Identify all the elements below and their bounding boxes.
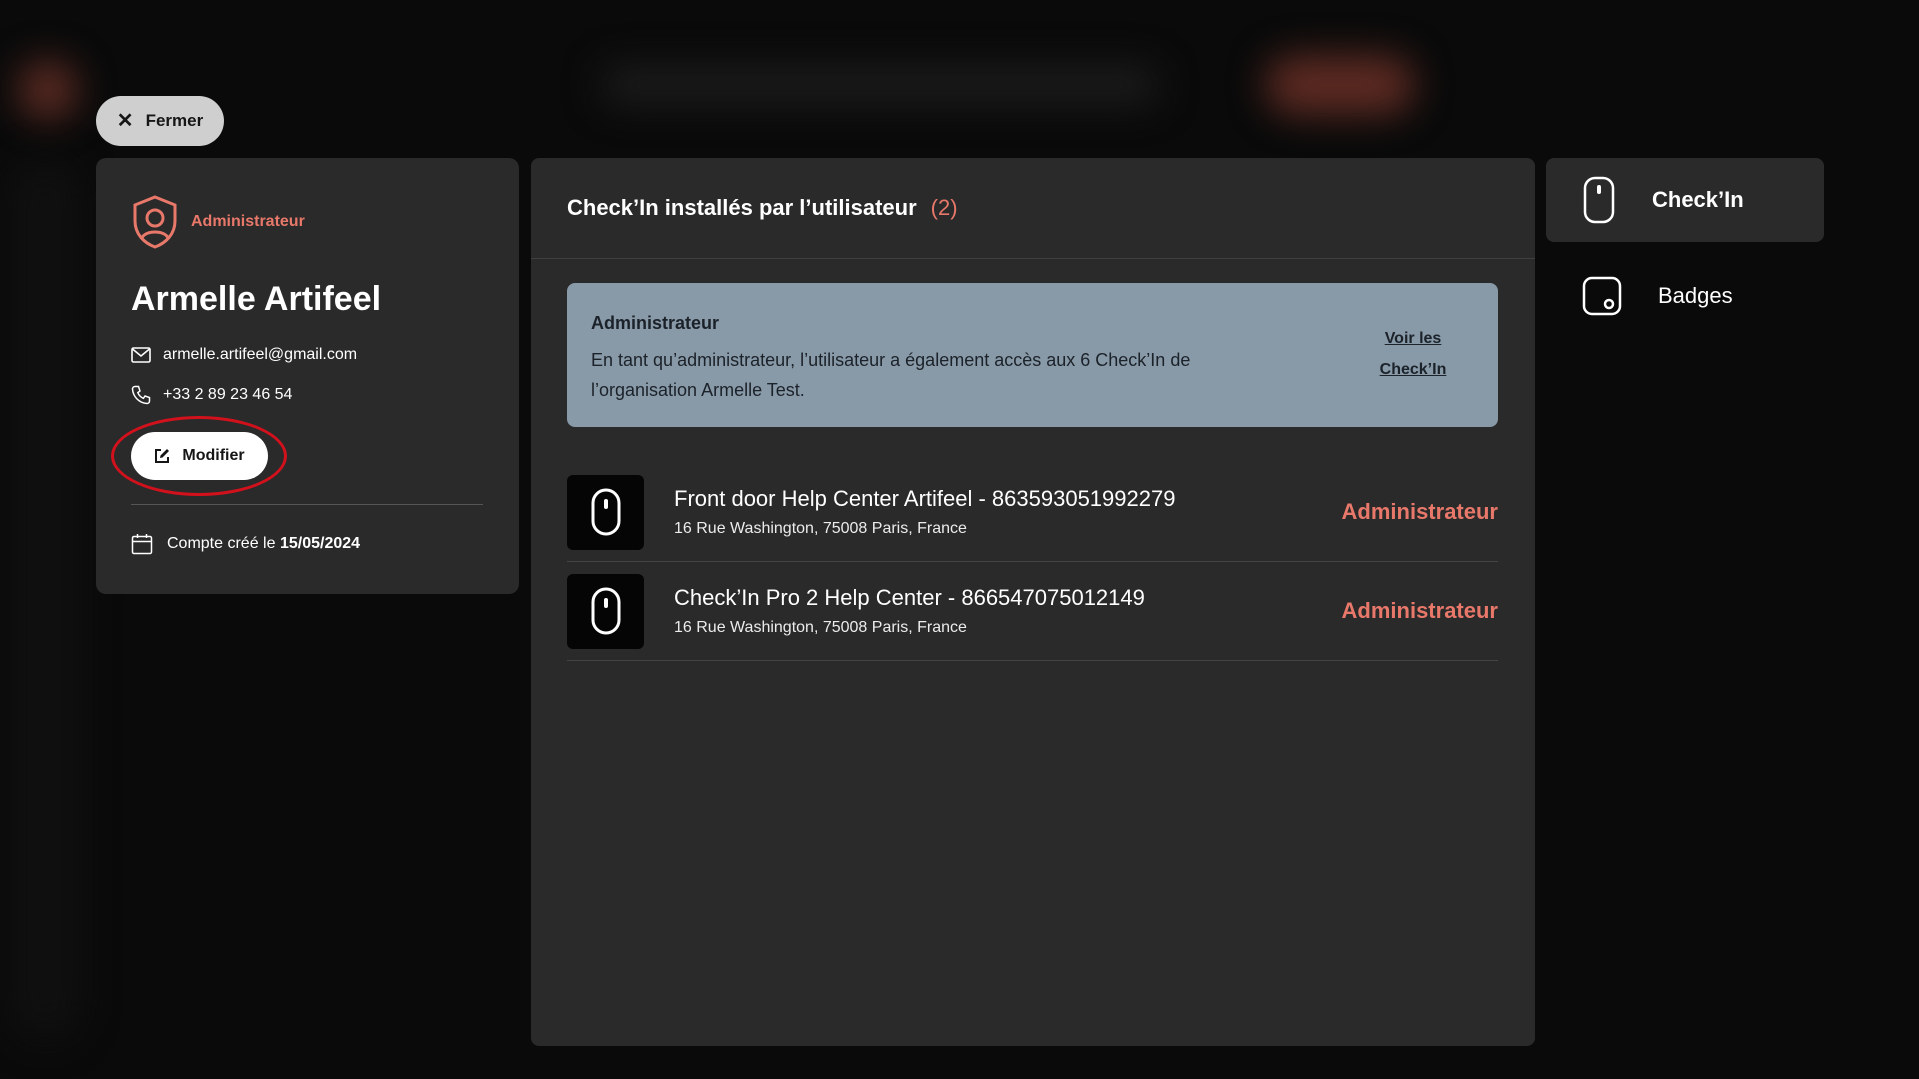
user-name: Armelle Artifeel: [131, 280, 382, 318]
user-email: armelle.artifeel@gmail.com: [131, 346, 357, 364]
admin-info-box: Administrateur En tant qu’administrateur…: [567, 283, 1498, 427]
background-action-button: [1265, 55, 1415, 115]
account-created: Compte créé le 15/05/2024: [131, 533, 360, 555]
checkin-device-icon: [567, 474, 644, 550]
device-row[interactable]: Check’In Pro 2 Help Center - 86654707501…: [567, 562, 1498, 661]
created-prefix: Compte créé le: [167, 535, 276, 552]
phone-text: +33 2 89 23 46 54: [163, 386, 293, 403]
edit-profile-button[interactable]: Modifier: [131, 432, 268, 480]
profile-divider: [131, 504, 483, 505]
role-label: Administrateur: [191, 213, 305, 230]
nav-item-badges-label: Badges: [1658, 283, 1733, 308]
view-checkins-link-line2: Check’In: [1379, 361, 1447, 378]
view-checkins-link-line1: Voir les: [1384, 330, 1442, 347]
background-search-bar: [600, 65, 1160, 105]
nav-item-badges[interactable]: Badges: [1546, 254, 1824, 338]
badge-icon: [1582, 276, 1622, 316]
view-checkins-link[interactable]: Voir les Check’In: [1373, 323, 1453, 385]
mail-icon: [131, 347, 151, 363]
checkin-device-icon: [1583, 176, 1615, 224]
user-role: Administrateur: [131, 194, 305, 250]
panel-header: Check’In installés par l’utilisateur (2): [531, 158, 1535, 259]
device-address: 16 Rue Washington, 75008 Paris, France: [674, 619, 967, 636]
phone-icon: [131, 385, 151, 405]
close-button-label: Fermer: [145, 111, 204, 130]
background-logo: [18, 60, 78, 120]
nav-item-checkin-label: Check’In: [1652, 187, 1744, 212]
device-role: Administrateur: [1341, 598, 1498, 623]
close-button[interactable]: ✕ Fermer: [96, 96, 224, 146]
edit-icon: [155, 449, 170, 463]
close-icon: ✕: [116, 110, 134, 132]
edit-button-label: Modifier: [182, 447, 245, 464]
user-phone: +33 2 89 23 46 54: [131, 385, 292, 405]
created-date: 15/05/2024: [279, 535, 361, 552]
device-address: 16 Rue Washington, 75008 Paris, France: [674, 520, 967, 537]
device-role: Administrateur: [1341, 499, 1498, 524]
info-text: En tant qu’administrateur, l’utilisateur…: [591, 350, 1191, 400]
device-name: Front door Help Center Artifeel - 863593…: [674, 486, 1176, 511]
info-title: Administrateur: [591, 313, 720, 333]
nav-item-checkin[interactable]: Check’In: [1546, 158, 1824, 242]
admin-shield-icon: [133, 195, 177, 249]
calendar-icon: [131, 534, 153, 555]
side-nav: Check’In Badges: [1546, 158, 1824, 350]
panel-title: Check’In installés par l’utilisateur: [567, 195, 917, 220]
background-sidebar: [10, 160, 80, 1040]
panel-count: (2): [930, 195, 958, 220]
user-profile-card: Administrateur Armelle Artifeel armelle.…: [96, 158, 519, 594]
email-text: armelle.artifeel@gmail.com: [163, 346, 358, 363]
device-name: Check’In Pro 2 Help Center - 86654707501…: [674, 585, 1145, 610]
checkin-device-icon: [567, 573, 644, 649]
device-list: Front door Help Center Artifeel - 863593…: [567, 463, 1498, 661]
checkin-panel: Check’In installés par l’utilisateur (2)…: [531, 158, 1535, 1046]
device-row[interactable]: Front door Help Center Artifeel - 863593…: [567, 463, 1498, 562]
